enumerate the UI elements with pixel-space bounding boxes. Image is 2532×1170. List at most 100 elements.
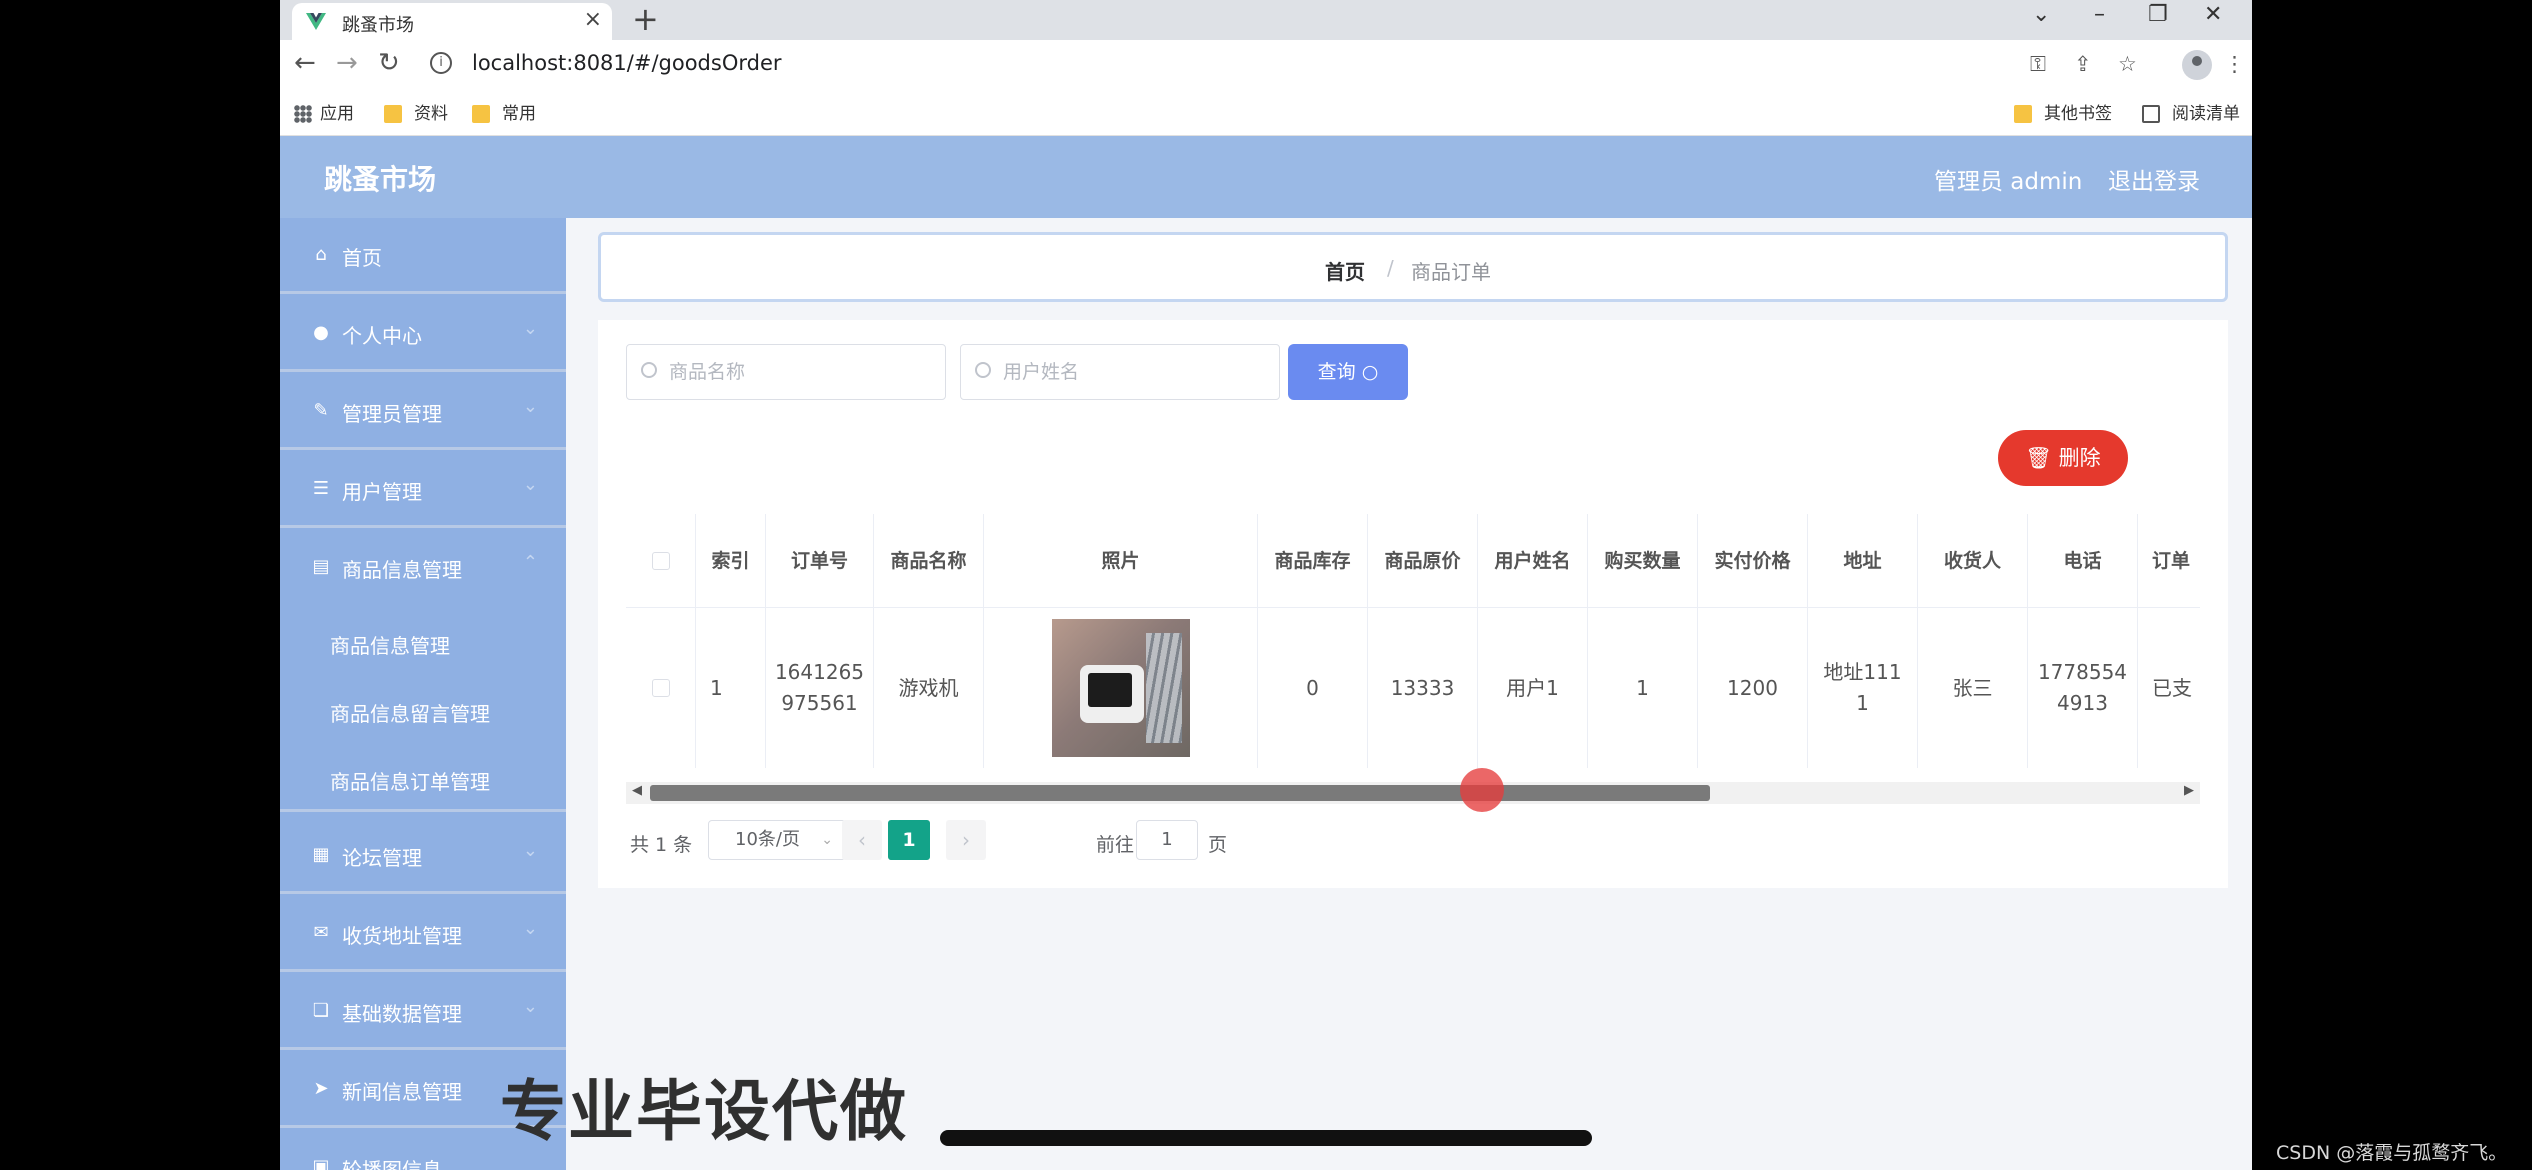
sidebar-subitem-goods-orders[interactable]: 商品信息订单管理 [280,746,566,812]
sidebar-subitem-goods-info[interactable]: 商品信息管理 [280,610,566,676]
orders-table: 索引 订单号 商品名称 照片 商品库存 商品原价 用户姓名 购买数量 实付价格 … [626,514,2200,768]
minimize-icon[interactable]: – [2094,0,2105,30]
column-header[interactable]: 商品库存 [1258,514,1368,608]
query-button[interactable]: 查询 ○ [1288,344,1408,400]
sidebar-item-profile[interactable]: ● 个人中心 ⌄ [280,296,566,372]
sidebar: ⌂ 首页 ● 个人中心 ⌄ ✎ 管理员管理 ⌄ ☰ 用户管理 ⌄ ▤ 商品信息管… [280,218,566,1170]
sidebar-item-basic-data[interactable]: ❏ 基础数据管理 ⌄ [280,974,566,1050]
column-header[interactable]: 订单 [2138,514,2200,608]
star-icon[interactable]: ☆ [2118,52,2137,76]
sidebar-item-label: 论坛管理 [342,846,422,870]
content-panel: 查询 ○ 🗑 删除 索引 订单号 商品名称 照片 商品库存 商品原价 用户姓名 … [598,320,2228,888]
sidebar-item-goods[interactable]: ▤ 商品信息管理 ⌃ [280,530,566,606]
chevron-down-icon: ⌄ [522,474,538,495]
chevron-left-icon: ‹ [858,828,866,852]
scroll-right-icon[interactable]: ▶ [2184,783,2194,798]
user-name-input[interactable] [1003,345,1263,399]
sidebar-item-address[interactable]: ✉ 收货地址管理 ⌄ [280,896,566,972]
breadcrumb-home[interactable]: 首页 [1325,256,1365,285]
query-button-label: 查询 [1317,361,1356,383]
forward-icon[interactable]: → [336,48,358,78]
cell-receiver: 张三 [1918,608,2028,768]
page-size-select[interactable]: 10条/页 ⌄ [708,820,846,860]
column-header[interactable]: 照片 [984,514,1258,608]
column-header[interactable]: 用户姓名 [1478,514,1588,608]
chevron-down-icon: ⌄ [522,396,538,417]
photo-background [1145,633,1182,743]
column-header[interactable]: 商品名称 [874,514,984,608]
sidebar-item-users[interactable]: ☰ 用户管理 ⌄ [280,452,566,528]
user-name-search[interactable] [960,344,1280,400]
address-icon: ✉ [313,922,329,943]
chevron-down-icon: ⌄ [522,918,538,939]
logout-button[interactable]: 退出登录 [2108,162,2200,196]
horizontal-scrollbar[interactable]: ◀ ▶ [626,782,2200,804]
next-page-button[interactable]: › [946,820,986,860]
vue-logo-icon [306,13,326,30]
trash-icon: 🗑 [2025,446,2059,470]
reading-list[interactable]: 阅读清单 [2142,99,2240,124]
sidebar-item-label: 新闻信息管理 [342,1080,462,1104]
app-header: 跳蚤市场 管理员 admin 退出登录 [280,136,2252,218]
delete-button-label: 删除 [2058,446,2101,470]
sidebar-subitem-label: 商品信息订单管理 [330,770,490,794]
column-header[interactable]: 商品原价 [1368,514,1478,608]
game-console-image [1079,665,1144,723]
tab-close-icon[interactable]: × [584,7,602,32]
profile-avatar-icon[interactable] [2182,50,2212,80]
menu-dots-icon[interactable]: ⋮ [2224,52,2245,76]
breadcrumb-current: 商品订单 [1411,260,1491,284]
close-window-icon[interactable]: ✕ [2204,0,2222,30]
share-icon[interactable]: ⇪ [2074,52,2092,76]
table-header-row: 索引 订单号 商品名称 照片 商品库存 商品原价 用户姓名 购买数量 实付价格 … [626,514,2200,608]
select-all-checkbox[interactable] [651,552,670,570]
sidebar-subitem-goods-comments[interactable]: 商品信息留言管理 [280,678,566,744]
tab-search-icon[interactable]: ⌄ [2032,0,2050,30]
sidebar-item-forum[interactable]: ▦ 论坛管理 ⌄ [280,818,566,894]
goods-name-search[interactable] [626,344,946,400]
sidebar-subitem-label: 商品信息留言管理 [330,702,490,726]
page-number-active[interactable]: 1 [888,820,930,860]
cell-photo [984,608,1258,768]
column-header[interactable]: 电话 [2028,514,2138,608]
list-icon: ☰ [312,478,330,499]
column-header[interactable]: 订单号 [766,514,874,608]
restore-icon[interactable]: ❐ [2148,0,2168,30]
cell-address: 地址111 1 [1808,608,1918,768]
site-info-icon[interactable]: i [430,52,452,74]
table-row[interactable]: 1 1641265 975561 游戏机 0 13333 用户1 1 1200 … [626,608,2200,768]
bookmark-folder-1[interactable]: 资料 [384,99,448,124]
new-tab-icon[interactable]: + [632,0,659,38]
column-header[interactable]: 收货人 [1918,514,2028,608]
scroll-left-icon[interactable]: ◀ [632,783,642,798]
home-indicator [940,1130,1592,1146]
sidebar-item-home[interactable]: ⌂ 首页 [280,218,566,294]
row-checkbox[interactable] [651,679,670,697]
key-icon[interactable]: ⚿ [2030,52,2046,77]
goods-photo[interactable] [1051,619,1190,757]
reload-icon[interactable]: ↻ [378,48,400,78]
goto-suffix: 页 [1208,834,1228,856]
sidebar-item-label: 轮播图信息 [342,1158,442,1170]
sidebar-item-label: 用户管理 [342,480,422,504]
address-bar[interactable]: localhost:8081/#/goodsOrder [472,51,782,75]
back-icon[interactable]: ← [294,48,316,78]
prev-page-button[interactable]: ‹ [842,820,882,860]
scrollbar-thumb[interactable] [650,785,1710,801]
bookmark-other[interactable]: 其他书签 [2014,99,2112,124]
column-header[interactable]: 实付价格 [1698,514,1808,608]
admin-label: 管理员 admin [1934,169,2083,195]
sidebar-item-admins[interactable]: ✎ 管理员管理 ⌄ [280,374,566,450]
column-header[interactable]: 索引 [696,514,766,608]
breadcrumb-separator: / [1387,256,1394,280]
delete-button[interactable]: 🗑 删除 [1998,430,2128,486]
browser-tab[interactable]: 跳蚤市场 × [292,3,612,40]
goods-name-input[interactable] [669,345,929,399]
pagination-total: 共 1 条 [630,834,693,856]
column-header[interactable]: 地址 [1808,514,1918,608]
bookmarks-bar: 应用 资料 常用 其他书签 阅读清单 [280,92,2252,136]
column-header[interactable]: 购买数量 [1588,514,1698,608]
bookmark-folder-2[interactable]: 常用 [472,99,536,124]
goto-page-input[interactable]: 1 [1136,820,1198,860]
bookmark-apps[interactable]: 应用 [294,99,354,124]
